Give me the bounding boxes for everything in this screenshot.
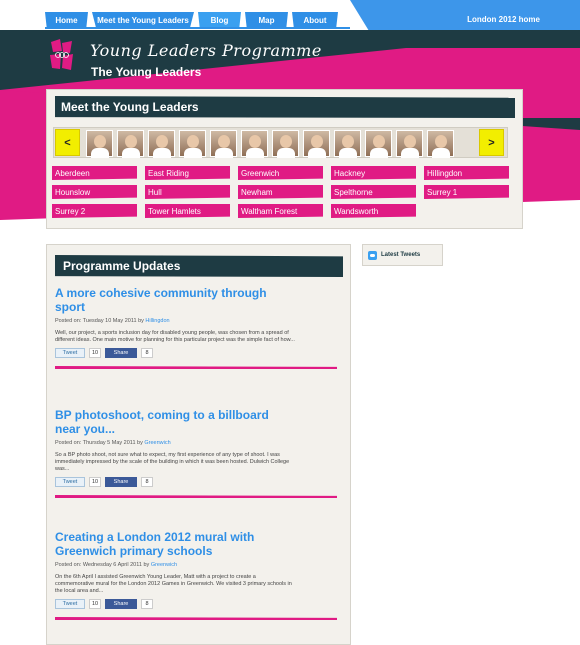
london-2012-logo-icon[interactable] bbox=[49, 39, 74, 70]
tweet-button[interactable]: Tweet bbox=[55, 599, 85, 609]
location-link-newham[interactable]: Newham bbox=[238, 185, 323, 199]
location-link-waltham-forest[interactable]: Waltham Forest bbox=[238, 204, 323, 218]
leader-thumbnail[interactable] bbox=[427, 130, 454, 158]
meet-heading: Meet the Young Leaders bbox=[55, 96, 515, 118]
post-meta: Posted on: Tuesday 10 May 2011 by Hillin… bbox=[55, 318, 345, 324]
blog-post: BP photoshoot, coming to a billboard nea… bbox=[55, 408, 345, 498]
post-date: Posted on: Thursday 5 May 2011 by bbox=[55, 440, 145, 446]
facebook-share-button[interactable]: Share bbox=[105, 477, 137, 487]
leader-thumbnail[interactable] bbox=[396, 130, 423, 158]
post-excerpt: Well, our project, a sports inclusion da… bbox=[55, 330, 295, 343]
nav-meet-young-leaders[interactable]: Meet the Young Leaders bbox=[92, 12, 194, 28]
page-subtitle: The Young Leaders bbox=[91, 65, 202, 79]
share-count: 8 bbox=[141, 348, 153, 358]
header-corner bbox=[350, 0, 580, 30]
share-bar: Tweet 10 Share 8 bbox=[55, 348, 345, 358]
post-date: Posted on: Tuesday 10 May 2011 by bbox=[55, 318, 146, 324]
top-nav: Home Meet the Young Leaders Blog Map Abo… bbox=[0, 0, 580, 30]
nav-home[interactable]: Home bbox=[45, 12, 88, 28]
post-meta: Posted on: Thursday 5 May 2011 by Greenw… bbox=[55, 440, 345, 446]
blog-post: Creating a London 2012 mural with Greenw… bbox=[55, 530, 345, 620]
location-link-hillingdon[interactable]: Hillingdon bbox=[424, 166, 509, 180]
post-divider bbox=[55, 617, 337, 620]
post-author-link[interactable]: Greenwich bbox=[151, 562, 177, 568]
location-link-surrey-1[interactable]: Surrey 1 bbox=[424, 185, 509, 199]
location-link-wandsworth[interactable]: Wandsworth bbox=[331, 204, 416, 218]
nav-map[interactable]: Map bbox=[245, 12, 288, 28]
tweet-button[interactable]: Tweet bbox=[55, 348, 85, 358]
leaders-carousel: < > bbox=[53, 127, 508, 158]
post-author-link[interactable]: Greenwich bbox=[144, 440, 170, 446]
tweet-button[interactable]: Tweet bbox=[55, 477, 85, 487]
share-count: 8 bbox=[141, 477, 153, 487]
leader-thumbnail[interactable] bbox=[86, 130, 113, 158]
nav-blog[interactable]: Blog bbox=[198, 12, 241, 28]
leader-thumbnail[interactable] bbox=[365, 130, 392, 158]
leader-thumbnail[interactable] bbox=[117, 130, 144, 158]
latest-tweets-label: Latest Tweets bbox=[381, 252, 421, 258]
tweet-count: 10 bbox=[89, 599, 101, 609]
meet-panel: Meet the Young Leaders < > Aberdeen East… bbox=[46, 89, 523, 229]
facebook-share-button[interactable]: Share bbox=[105, 599, 137, 609]
share-bar: Tweet 10 Share 8 bbox=[55, 477, 345, 487]
post-meta: Posted on: Wednesday 6 April 2011 by Gre… bbox=[55, 562, 345, 568]
nav-underline bbox=[45, 27, 350, 29]
share-bar: Tweet 10 Share 8 bbox=[55, 599, 345, 609]
leader-thumbnail[interactable] bbox=[210, 130, 237, 158]
post-date: Posted on: Wednesday 6 April 2011 by bbox=[55, 562, 151, 568]
location-link-tower-hamlets[interactable]: Tower Hamlets bbox=[145, 204, 230, 218]
post-title-link[interactable]: A more cohesive community through sport bbox=[55, 286, 295, 314]
leader-thumbnail[interactable] bbox=[272, 130, 299, 158]
facebook-share-button[interactable]: Share bbox=[105, 348, 137, 358]
post-author-link[interactable]: Hillingdon bbox=[145, 318, 169, 324]
post-title-link[interactable]: Creating a London 2012 mural with Greenw… bbox=[55, 530, 295, 558]
updates-heading: Programme Updates bbox=[55, 255, 343, 277]
location-link-aberdeen[interactable]: Aberdeen bbox=[52, 166, 137, 180]
twitter-icon bbox=[368, 250, 377, 260]
location-link-greenwich[interactable]: Greenwich bbox=[238, 166, 323, 180]
post-title-link[interactable]: BP photoshoot, coming to a billboard nea… bbox=[55, 408, 295, 436]
post-excerpt: So a BP photo shoot, not sure what to ex… bbox=[55, 452, 290, 472]
programme-updates-panel: Programme Updates A more cohesive commun… bbox=[46, 244, 351, 645]
programme-title: Young Leaders Programme bbox=[90, 41, 322, 60]
leader-thumbnail[interactable] bbox=[303, 130, 330, 158]
leader-thumbnail[interactable] bbox=[334, 130, 361, 158]
carousel-next-button[interactable]: > bbox=[479, 129, 504, 156]
tweet-count: 10 bbox=[89, 348, 101, 358]
page: Home Meet the Young Leaders Blog Map Abo… bbox=[0, 0, 580, 645]
post-excerpt: On the 6th April I assisted Greenwich Yo… bbox=[55, 574, 292, 594]
post-divider bbox=[55, 495, 337, 498]
share-count: 8 bbox=[141, 599, 153, 609]
latest-tweets-widget: Latest Tweets bbox=[362, 244, 443, 266]
location-link-hackney[interactable]: Hackney bbox=[331, 166, 416, 180]
post-divider bbox=[55, 366, 337, 369]
london-2012-home-link[interactable]: London 2012 home bbox=[467, 15, 540, 24]
nav-about[interactable]: About bbox=[292, 12, 338, 28]
tweet-count: 10 bbox=[89, 477, 101, 487]
location-link-surrey-2[interactable]: Surrey 2 bbox=[52, 204, 137, 218]
leader-thumbnail[interactable] bbox=[148, 130, 175, 158]
location-link-hounslow[interactable]: Hounslow bbox=[52, 185, 137, 199]
carousel-prev-button[interactable]: < bbox=[55, 129, 80, 156]
leader-thumbnail[interactable] bbox=[179, 130, 206, 158]
location-link-spelthorne[interactable]: Spelthorne bbox=[331, 185, 416, 199]
location-link-hull[interactable]: Hull bbox=[145, 185, 230, 199]
blog-post: A more cohesive community through sport … bbox=[55, 286, 345, 369]
leader-thumbnail[interactable] bbox=[241, 130, 268, 158]
location-link-east-riding[interactable]: East Riding bbox=[145, 166, 230, 180]
